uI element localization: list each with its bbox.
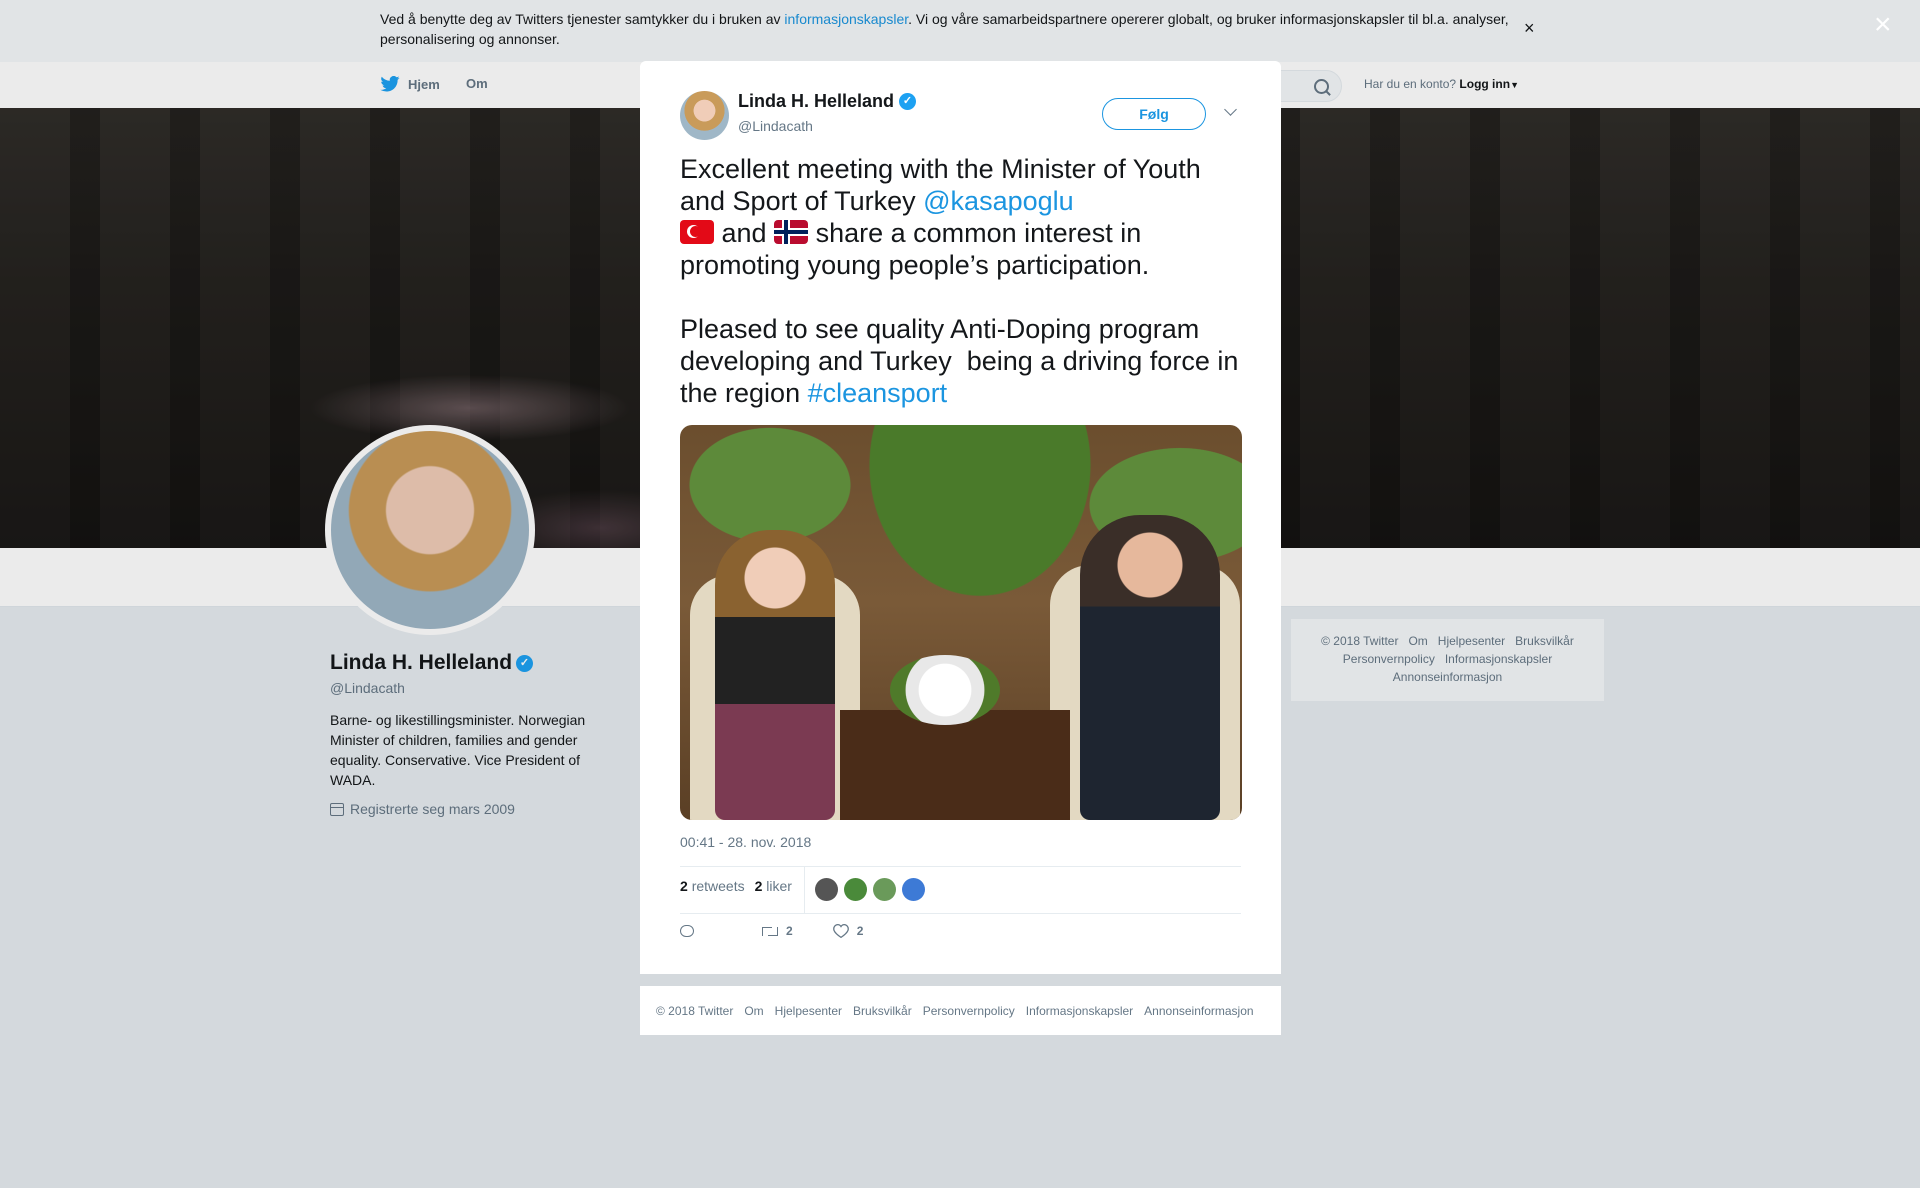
tweet-mention[interactable]: @kasapoglu [923, 186, 1074, 216]
tweet-author-name[interactable]: Linda H. Helleland ✓ [738, 91, 917, 112]
tweet-timestamp[interactable]: 00:41 - 28. nov. 2018 [680, 834, 811, 850]
retweet-stat[interactable]: 2 retweets [680, 878, 745, 894]
photo-person-left [715, 530, 835, 820]
reply-button[interactable] [680, 925, 694, 937]
divider [680, 866, 1241, 867]
photo-table [840, 710, 1070, 820]
liker-avatar[interactable] [844, 878, 867, 901]
follow-button[interactable]: Følg [1102, 98, 1206, 130]
like-count: 2 [754, 878, 763, 894]
footer-copyright: © 2018 Twitter [656, 1003, 734, 1018]
modal-footer: © 2018 Twitter Om Hjelpesenter Bruksvilk… [640, 986, 1281, 1035]
like-action-count: 2 [856, 924, 864, 938]
reply-icon [680, 925, 694, 937]
chevron-down-icon[interactable] [1224, 103, 1237, 116]
footer-link-cookies[interactable]: Informasjonskapsler [1026, 1004, 1133, 1018]
footer-link-ads[interactable]: Annonseinformasjon [1144, 1004, 1253, 1018]
divider [680, 913, 1241, 914]
footer-link-help[interactable]: Hjelpesenter [775, 1004, 842, 1018]
tweet-author-name-text: Linda H. Helleland [738, 91, 895, 111]
tweet-modal: Linda H. Helleland ✓ @Lindacath Følg Exc… [640, 61, 1281, 974]
footer-link-terms[interactable]: Bruksvilkår [853, 1004, 912, 1018]
tweet-actions: 2 2 [680, 924, 903, 938]
retweet-action-count: 2 [786, 924, 793, 938]
footer-link-privacy[interactable]: Personvernpolicy [923, 1004, 1015, 1018]
tweet-hashtag[interactable]: #cleansport [808, 378, 948, 408]
footer-link-about[interactable]: Om [744, 1004, 763, 1018]
retweet-label: retweets [691, 878, 745, 894]
retweet-count: 2 [680, 878, 688, 894]
close-modal-button[interactable]: × [1874, 10, 1892, 40]
like-button[interactable]: 2 [832, 924, 864, 938]
tweet-author-avatar[interactable] [680, 91, 729, 140]
verified-badge-icon: ✓ [899, 93, 917, 110]
like-stat[interactable]: 2 liker [755, 878, 792, 894]
liker-avatars [815, 878, 925, 901]
liker-avatar[interactable] [873, 878, 896, 901]
tweet-text-line3: Pleased to see quality Anti-Doping progr… [680, 314, 1246, 408]
like-label: liker [766, 878, 792, 894]
tweet-photo[interactable] [680, 425, 1242, 820]
tweet-stats: 2 retweets 2 liker [680, 878, 792, 894]
retweet-icon [762, 925, 778, 937]
tweet-text-and: and [714, 218, 775, 248]
photo-bouquet [890, 655, 1000, 725]
turkey-flag-icon [680, 220, 714, 244]
photo-person-right [1080, 515, 1220, 820]
liker-avatar[interactable] [815, 878, 838, 901]
heart-icon [832, 924, 849, 938]
stats-separator [804, 866, 805, 913]
tweet-text: Excellent meeting with the Minister of Y… [680, 153, 1245, 409]
retweet-button[interactable]: 2 [762, 924, 793, 938]
tweet-author-handle[interactable]: @Lindacath [738, 118, 813, 134]
liker-avatar[interactable] [902, 878, 925, 901]
norway-flag-icon [774, 220, 809, 244]
